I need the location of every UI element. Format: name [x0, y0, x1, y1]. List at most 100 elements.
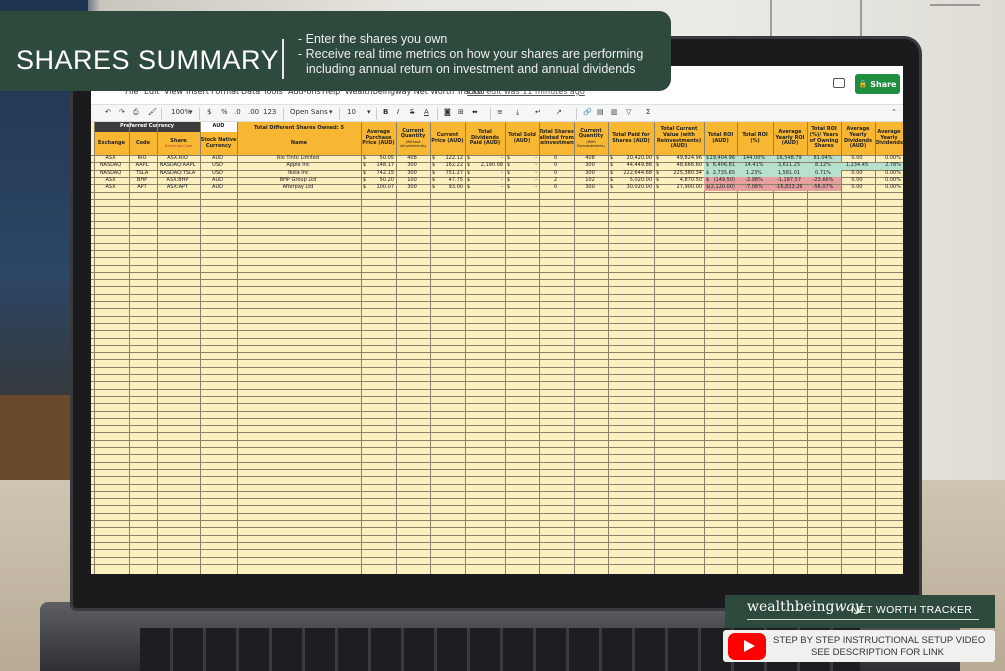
insert-link-icon[interactable]: 🔗 [583, 108, 592, 116]
cell-ydiv[interactable]: 1,234.45 [841, 162, 873, 169]
cell-share[interactable]: ASX:APT [157, 184, 198, 191]
cell-roi-years[interactable]: 8.12% [807, 162, 839, 169]
cell-qty2[interactable]: 300 [574, 184, 606, 191]
insert-chart-icon[interactable]: ▥ [611, 108, 618, 116]
cell-price[interactable]: 751.27 [430, 170, 464, 177]
cell-qty[interactable]: 300 [396, 170, 428, 177]
text-rotation-icon[interactable]: ↗ [556, 108, 562, 116]
cell-divs[interactable]: - [465, 170, 503, 177]
cell-exchange[interactable]: ASX [94, 177, 127, 184]
cell-code[interactable]: BHP [129, 177, 155, 184]
cell-name[interactable]: Rio Tinto Limited [237, 155, 359, 162]
cell-qty2[interactable]: 102 [574, 177, 606, 184]
cell-value[interactable]: 27,900.00 [654, 184, 702, 191]
cell-share[interactable]: NASDAQ:AAPL [157, 162, 198, 169]
cell-name[interactable]: Tesla Inc [237, 170, 359, 177]
cell-qty[interactable]: 408 [396, 155, 428, 162]
cell-share[interactable]: NASDAQ:TSLA [157, 170, 198, 177]
share-button[interactable]: 🔒 Share [855, 74, 900, 94]
cell-avg[interactable]: 50.20 [361, 177, 394, 184]
cell-roi[interactable]: 6,406.81 [704, 162, 735, 169]
spreadsheet-grid[interactable]: Preferred Currency AUD Total Different S… [91, 122, 903, 574]
cell-ydiv-pct[interactable]: 0.00% [875, 155, 901, 162]
cell-avg[interactable]: 100.07 [361, 184, 395, 191]
cell-roi-pct[interactable]: 14.41% [737, 162, 771, 169]
cell-sold[interactable]: - [505, 155, 537, 162]
text-color-button[interactable]: A [424, 108, 429, 116]
cell-native[interactable]: AUD [200, 177, 235, 184]
cell-paid[interactable]: 44,449.86 [608, 162, 652, 169]
cell-qty[interactable]: 100 [396, 177, 428, 184]
cell-yroi[interactable]: 16,548.79 [773, 155, 805, 162]
font-size-select[interactable]: 10 [347, 108, 356, 116]
cell-price[interactable]: 122.12 [430, 155, 464, 162]
comment-icon[interactable] [833, 78, 845, 88]
cell-name[interactable]: Afterpay Ltd [237, 184, 359, 191]
cell-paid[interactable]: 222,644.68 [608, 170, 652, 177]
cell-sold[interactable]: - [505, 162, 537, 169]
print-icon[interactable]: ⎙ [133, 108, 139, 117]
zoom-select[interactable]: 100% [171, 108, 191, 116]
insert-comment-icon[interactable]: ▤ [597, 108, 604, 116]
cell-native[interactable]: AUD [200, 184, 235, 191]
cell-exchange[interactable]: NASDAQ [94, 170, 127, 177]
cell-divs[interactable]: - [465, 184, 503, 191]
cell-avg[interactable]: 148.17 [361, 162, 395, 169]
decrease-decimal-button[interactable]: .0 [234, 108, 241, 116]
cell-roi-pct[interactable]: -2.98% [737, 177, 771, 184]
cell-value[interactable]: 48,666.60 [654, 162, 702, 169]
italic-button[interactable]: I [397, 108, 399, 116]
filter-icon[interactable]: ▽ [626, 108, 631, 116]
cell-exchange[interactable]: ASX [94, 155, 127, 162]
cell-code[interactable]: APT [129, 184, 155, 191]
align-horizontal-icon[interactable]: ≡ [497, 108, 503, 116]
functions-button[interactable]: Σ [646, 108, 650, 116]
cell-allotted[interactable]: 0 [539, 162, 572, 169]
cell-roi-years[interactable]: 81.04% [807, 155, 839, 162]
cell-roi-pct[interactable]: -7.06% [737, 184, 771, 191]
cell-code[interactable]: TSLA [129, 170, 155, 177]
cell-roi-years[interactable]: -56.07% [807, 184, 839, 191]
cell-price[interactable]: 93.00 [430, 184, 463, 191]
cell-ydiv[interactable]: 0.00 [841, 184, 873, 191]
cell-allotted[interactable]: 2 [539, 177, 572, 184]
cell-yroi[interactable]: -16,833.26 [773, 184, 805, 191]
redo-icon[interactable]: ↷ [119, 108, 125, 116]
cell-qty[interactable]: 300 [396, 162, 428, 169]
cell-qty2[interactable]: 408 [574, 155, 606, 162]
cell-ydiv-pct[interactable]: 0.00% [875, 184, 901, 191]
strikethrough-button[interactable]: S [410, 108, 414, 116]
cell-paid[interactable]: 20,420.00 [608, 155, 652, 162]
undo-icon[interactable]: ↶ [105, 108, 111, 116]
cell-allotted[interactable]: 0 [539, 184, 572, 191]
chevron-down-icon[interactable]: ▾ [367, 108, 371, 116]
bold-button[interactable]: B [383, 108, 388, 116]
cell-sold[interactable]: - [505, 184, 537, 191]
cell-name[interactable]: BHP Group Ltd [237, 177, 359, 184]
youtube-play-button[interactable] [728, 633, 766, 660]
borders-icon[interactable]: ⊞ [458, 108, 464, 116]
cell-share[interactable]: ASX:BHP [157, 177, 198, 184]
cell-roi-years[interactable]: 0.71% [807, 170, 839, 177]
cell-ydiv[interactable]: 0.00 [841, 155, 873, 162]
cell-ydiv-pct[interactable]: 2.78% [875, 162, 901, 169]
cell-roi-years[interactable]: -23.66% [807, 177, 839, 184]
cell-avg[interactable]: 50.05 [361, 155, 394, 162]
cell-qty2[interactable]: 300 [574, 162, 606, 169]
percent-format-button[interactable]: % [221, 108, 228, 116]
cell-yroi[interactable]: -1,187.57 [773, 177, 805, 184]
cell-qty2[interactable]: 300 [574, 170, 606, 177]
cell-share[interactable]: ASX:RIO [157, 155, 198, 162]
cell-code[interactable]: RIO [129, 155, 155, 162]
cell-roi-pct[interactable]: 1.23% [737, 170, 771, 177]
cell-value[interactable]: 225,380.34 [654, 170, 702, 177]
text-wrap-icon[interactable]: ↵ [535, 108, 541, 116]
cell-sold[interactable]: - [505, 170, 537, 177]
collapse-toolbar-icon[interactable]: ⌃ [891, 108, 897, 116]
chevron-down-icon[interactable]: ▾ [189, 108, 193, 116]
cell-yroi[interactable]: 3,611.25 [773, 162, 805, 169]
cell-roi[interactable]: (149.50) [704, 177, 735, 184]
cell-divs[interactable]: 2,190.08 [465, 162, 503, 169]
cell-qty[interactable]: 300 [396, 184, 428, 191]
cell-value[interactable]: 4,870.50 [654, 177, 702, 184]
